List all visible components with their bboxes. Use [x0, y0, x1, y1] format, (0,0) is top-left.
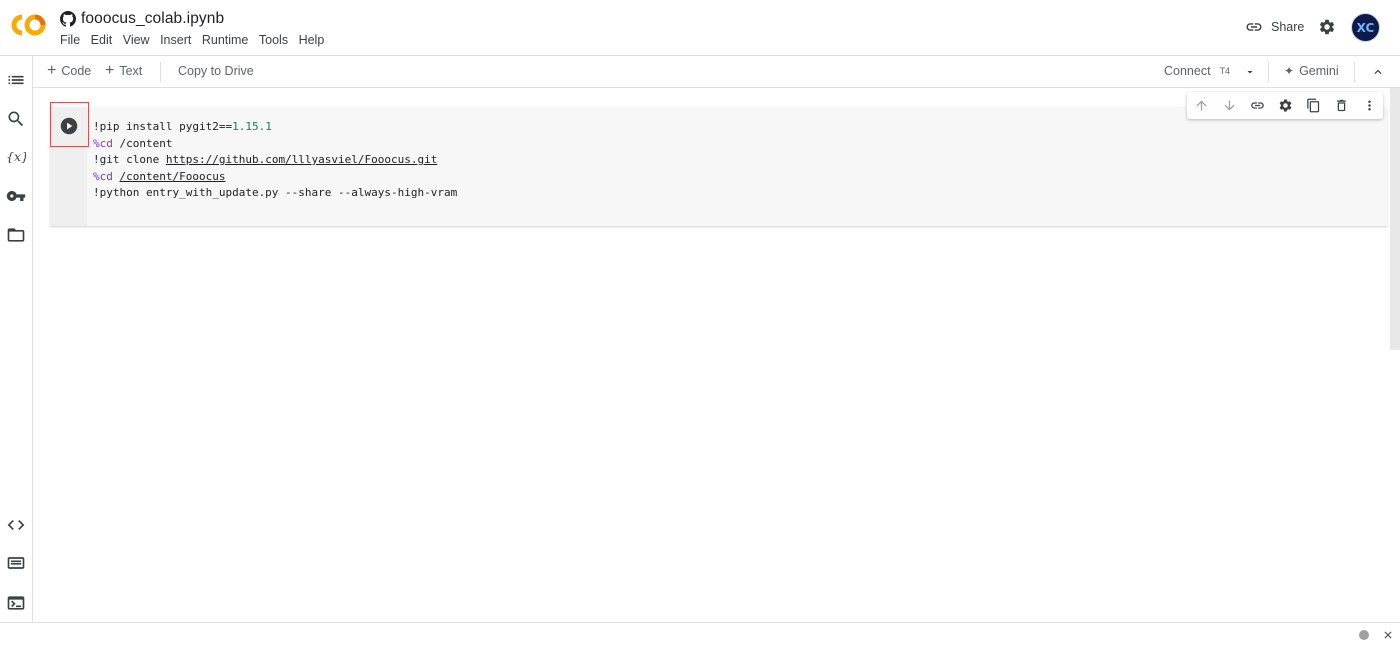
menu-file[interactable]: File: [60, 33, 80, 47]
code-token: !pip install pygit2==: [93, 120, 233, 133]
search-icon[interactable]: [6, 109, 26, 129]
secrets-key-icon[interactable]: [6, 186, 26, 206]
connect-label: Connect: [1164, 64, 1211, 78]
svg-text:{x}: {x}: [6, 149, 26, 164]
menu-help[interactable]: Help: [299, 33, 325, 47]
code-token: !python entry_with_update.py --share --a…: [93, 186, 458, 200]
share-label: Share: [1271, 20, 1305, 34]
code-token: /content: [112, 136, 173, 150]
cell-toolbar: [1187, 92, 1383, 119]
gemini-button[interactable]: ✦ Gemini: [1284, 64, 1339, 78]
move-up-icon[interactable]: [1194, 98, 1209, 113]
variables-icon[interactable]: {x}: [6, 147, 26, 167]
move-down-icon[interactable]: [1222, 98, 1237, 113]
copy-to-drive-label: Copy to Drive: [178, 64, 254, 78]
notebook-scrollbar[interactable]: [1390, 88, 1400, 350]
delete-icon[interactable]: [1334, 98, 1349, 113]
plus-icon: +: [47, 62, 57, 79]
close-icon[interactable]: [1382, 629, 1394, 641]
status-bar: [0, 622, 1400, 645]
gemini-sparkle-icon: ✦: [1284, 64, 1295, 78]
plus-icon: +: [105, 62, 115, 79]
colab-logo[interactable]: [9, 12, 47, 38]
toc-icon[interactable]: [6, 70, 26, 90]
code-magic: %cd: [93, 169, 113, 183]
mirror-cell-icon[interactable]: [1306, 98, 1321, 113]
connect-button[interactable]: Connect T4: [1164, 64, 1230, 78]
add-text-label: Text: [119, 64, 143, 78]
code-line: !git clone https://github.com/lllyasviel…: [93, 152, 457, 169]
code-link[interactable]: https://github.com/lllyasviel/Fooocus.gi…: [166, 153, 438, 166]
add-code-button[interactable]: + Code: [47, 62, 92, 79]
code-line: %cd /content/Fooocus: [93, 169, 457, 186]
notebook-toolbar: + Code + Text Copy to Drive Connect T4 ✦…: [33, 56, 1400, 88]
code-link[interactable]: /content/Fooocus: [120, 170, 226, 183]
folder-icon[interactable]: [6, 225, 26, 245]
chevron-up-icon[interactable]: [1371, 65, 1385, 79]
code-magic: %cd: [93, 136, 113, 150]
code-editor[interactable]: !pip install pygit2==1.15.1 %cd /content!…: [93, 119, 457, 202]
github-icon: [60, 11, 76, 27]
menu-runtime[interactable]: Runtime: [202, 33, 249, 47]
status-indicator: [1359, 630, 1369, 640]
chevron-down-icon[interactable]: [1244, 66, 1256, 78]
runtime-type-label: T4: [1219, 66, 1231, 76]
toolbar-divider: [1354, 62, 1355, 82]
menu-view[interactable]: View: [123, 33, 150, 47]
add-code-label: Code: [61, 64, 92, 78]
link-icon: [1246, 23, 1262, 31]
command-palette-icon[interactable]: [6, 553, 26, 573]
menu-edit[interactable]: Edit: [91, 33, 113, 47]
share-button[interactable]: Share: [1245, 18, 1304, 36]
code-snippets-icon[interactable]: [6, 515, 26, 535]
copy-to-drive-button[interactable]: Copy to Drive: [178, 64, 254, 78]
left-rail: {x}: [0, 56, 33, 622]
link-icon[interactable]: [1250, 98, 1265, 113]
code-token: !git clone: [93, 153, 166, 167]
add-text-button[interactable]: + Text: [105, 62, 143, 79]
gemini-label: Gemini: [1299, 64, 1339, 78]
avatar-text: XC: [1356, 20, 1375, 35]
title-row: fooocus_colab.ipynb: [60, 9, 224, 29]
toolbar-divider: [160, 62, 161, 82]
user-avatar[interactable]: XC: [1351, 13, 1380, 42]
more-vert-icon[interactable]: [1362, 98, 1377, 113]
settings-icon[interactable]: [1278, 98, 1293, 113]
notebook-title[interactable]: fooocus_colab.ipynb: [81, 10, 224, 28]
run-cell-icon[interactable]: [60, 117, 78, 135]
header: fooocus_colab.ipynb File Edit View Inser…: [0, 0, 1400, 56]
code-line: !python entry_with_update.py --share --a…: [93, 185, 457, 202]
toolbar-divider: [1268, 62, 1269, 82]
settings-gear-icon[interactable]: [1318, 18, 1336, 36]
terminal-icon[interactable]: [6, 593, 26, 613]
code-number: 1.15.1: [232, 120, 272, 133]
colab-app: fooocus_colab.ipynb File Edit View Inser…: [0, 0, 1400, 645]
menu-insert[interactable]: Insert: [160, 33, 191, 47]
menu-bar: File Edit View Insert Runtime Tools Help: [60, 33, 335, 47]
code-line: %cd /content: [93, 136, 457, 153]
code-line: !pip install pygit2==1.15.1: [93, 119, 457, 136]
menu-tools[interactable]: Tools: [259, 33, 288, 47]
